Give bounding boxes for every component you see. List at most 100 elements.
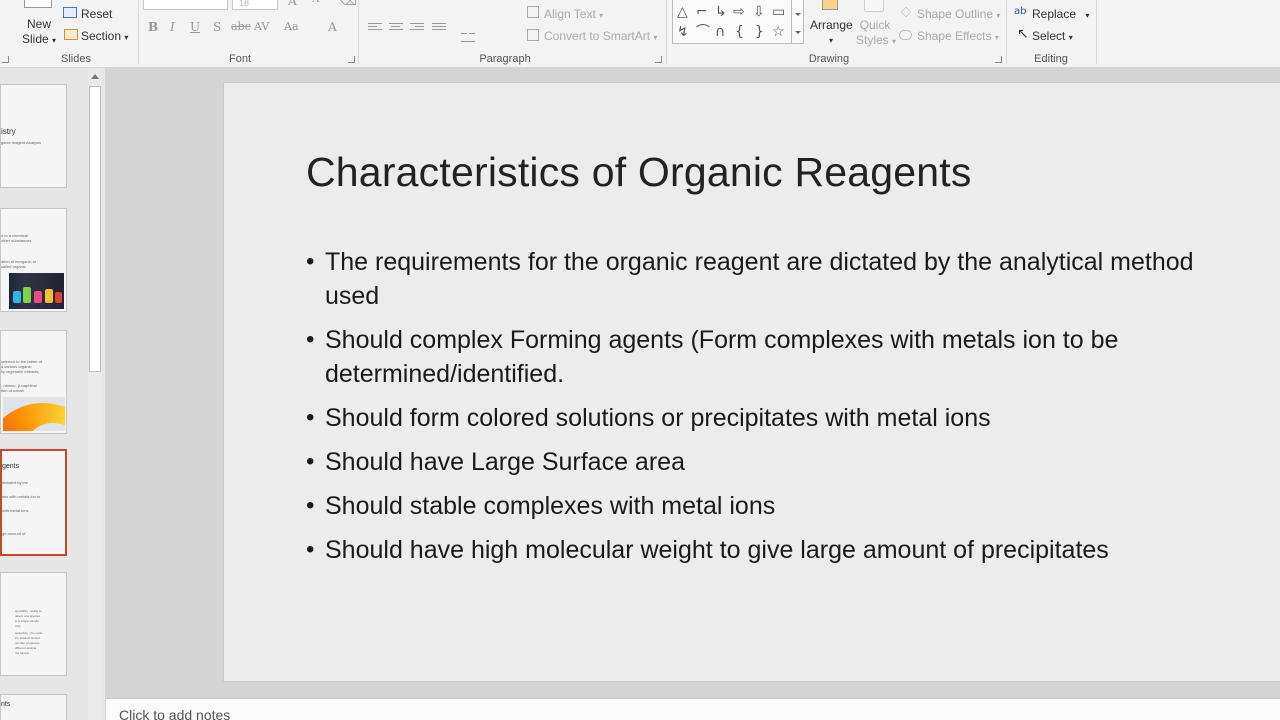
arrange-icon	[822, 0, 838, 10]
char-spacing-button[interactable]: AV	[254, 20, 269, 33]
scroll-up-icon[interactable]	[91, 74, 99, 79]
slide-thumbnail-5[interactable]: specificity : ability to detect one spec…	[0, 572, 67, 676]
slide-thumbnail-pane: istry ganic reagent Analysis d to a chem…	[0, 68, 105, 720]
chevron-down-icon: ▾	[828, 36, 833, 45]
replace-button[interactable]: Replace ▾	[1032, 7, 1089, 21]
curve-icon[interactable]: ⌒	[696, 25, 710, 39]
thumb-text: tion of cobalt	[1, 388, 24, 393]
slide-thumbnail-2[interactable]: d to a chemical other substances. ation …	[0, 208, 67, 312]
ribbon: New Slide ▾ Reset Section ▾ Slides 18 A …	[0, 0, 1280, 68]
thumb-text: ganic reagent Analysis	[1, 140, 42, 145]
drawing-dialog-launcher[interactable]	[995, 56, 1002, 63]
grow-font-icon[interactable]: A	[288, 0, 297, 8]
elbow-arrow-icon[interactable]: ↳	[715, 5, 727, 19]
section-button[interactable]: Section ▾	[81, 29, 128, 43]
cursor-arrow-icon: ↖	[1017, 26, 1029, 42]
separator	[1006, 0, 1007, 64]
notes-pane[interactable]: Click to add notes	[106, 698, 1280, 720]
thumb-text: other substances.	[1, 238, 33, 243]
right-brace-icon[interactable]: }	[755, 25, 764, 39]
reset-button[interactable]: Reset	[81, 7, 112, 21]
pen-icon	[900, 6, 912, 18]
thumb-title: gents	[2, 463, 20, 470]
align-center-icon[interactable]	[389, 23, 403, 34]
slide-thumbnail-6[interactable]: nts	[0, 694, 67, 720]
smartart-icon	[527, 29, 539, 41]
quick-styles-button[interactable]: Quick Styles ▾	[856, 18, 896, 49]
bullet-item[interactable]: The requirements for the organic reagent…	[306, 245, 1206, 313]
clear-format-icon[interactable]: ⌫	[340, 0, 357, 8]
separator	[666, 0, 667, 64]
align-text-button[interactable]: Align Text ▾	[544, 7, 603, 21]
italic-button[interactable]: I	[170, 20, 175, 34]
new-slide-button[interactable]: New Slide ▾	[22, 17, 56, 48]
down-arrow-shape-icon[interactable]: ⇩	[753, 5, 765, 19]
shape-effects-button[interactable]: Shape Effects ▾	[917, 29, 999, 43]
bullet-item[interactable]: Should have Large Surface area	[306, 445, 1206, 479]
paragraph-group-label: Paragraph	[479, 53, 531, 65]
change-case-button[interactable]: Aa	[284, 20, 299, 33]
thumb-title: nts	[1, 701, 11, 708]
elbow-connector-icon[interactable]: ⌐	[696, 5, 708, 19]
font-name-combo[interactable]	[143, 0, 228, 10]
star-shape-icon[interactable]: ☆	[772, 25, 785, 39]
quick-styles-label-1: Quick	[859, 18, 891, 32]
align-left-icon[interactable]	[368, 23, 382, 34]
shape-outline-button[interactable]: Shape Outline ▾	[917, 7, 1000, 21]
arrange-button[interactable]: Arrange ▾	[810, 18, 853, 48]
new-slide-icon[interactable]	[24, 0, 52, 8]
underline-button[interactable]: U	[190, 20, 200, 34]
right-arrow-shape-icon[interactable]: ⇨	[733, 5, 745, 19]
arc-icon[interactable]: ∩	[715, 25, 725, 39]
reset-icon	[63, 7, 77, 18]
convert-smartart-button[interactable]: Convert to SmartArt ▾	[544, 29, 657, 43]
thumb-text: with metal ions	[2, 508, 29, 513]
gallery-scroll[interactable]	[791, 0, 803, 43]
shape-effects-icon	[899, 30, 912, 40]
arrange-label: Arrange	[810, 18, 853, 32]
select-button[interactable]: Select ▾	[1032, 29, 1073, 43]
bullet-item[interactable]: Should have high molecular weight to giv…	[306, 533, 1206, 567]
slide-thumbnail-1[interactable]: istry ganic reagent Analysis	[0, 84, 67, 188]
bold-button[interactable]: B	[148, 20, 158, 34]
thumb-title: istry	[1, 127, 16, 136]
shapes-gallery[interactable]: △ ⌐ ↳ ⇨ ⇩ ▭ ↯ ⌒ ∩ { } ☆	[672, 0, 804, 44]
triangle-shape-icon[interactable]: △	[677, 5, 688, 19]
font-dialog-launcher[interactable]	[348, 56, 355, 63]
color-fan-image	[3, 397, 65, 431]
slides-dialog-launcher[interactable]	[2, 56, 9, 63]
freeform-icon[interactable]: ↯	[677, 25, 689, 39]
font-size-combo[interactable]: 18	[232, 0, 278, 10]
justify-icon[interactable]	[432, 23, 446, 34]
callout-shape-icon[interactable]: ▭	[772, 5, 785, 19]
notes-placeholder[interactable]: Click to add notes	[119, 707, 230, 720]
shrink-font-icon[interactable]: A	[312, 0, 319, 5]
slide-thumbnail-4-selected[interactable]: gents dictated by the xes with metals io…	[0, 449, 67, 556]
align-right-icon[interactable]	[410, 23, 424, 34]
scrollbar-handle[interactable]	[89, 86, 101, 372]
columns-icon[interactable]	[461, 23, 475, 42]
drawing-group-label: Drawing	[808, 53, 850, 65]
bullet-item[interactable]: Should stable complexes with metal ions	[306, 489, 1206, 523]
strikethrough-button[interactable]: abc	[231, 20, 251, 33]
thumb-text: xes with metals ion to	[2, 494, 41, 499]
shadow-button[interactable]: S	[213, 20, 221, 34]
bullet-item[interactable]: Should complex Forming agents (Form comp…	[306, 323, 1206, 391]
lab-beakers-image	[9, 273, 64, 309]
bullet-list[interactable]: The requirements for the organic reagent…	[306, 245, 1206, 577]
separator	[138, 0, 139, 64]
paragraph-dialog-launcher[interactable]	[655, 56, 662, 63]
align-text-icon	[527, 6, 539, 18]
thumbnail-scrollbar[interactable]	[88, 70, 102, 720]
editing-group-label: Editing	[1034, 53, 1068, 65]
slide[interactable]: Characteristics of Organic Reagents The …	[223, 82, 1280, 682]
slide-thumbnail-3[interactable]: referred to the father of d various orga…	[0, 330, 67, 434]
left-brace-icon[interactable]: {	[735, 25, 744, 39]
font-group-label: Font	[228, 53, 251, 65]
font-color-button[interactable]: A	[328, 20, 337, 34]
slide-title[interactable]: Characteristics of Organic Reagents	[306, 149, 972, 196]
bullet-item[interactable]: Should form colored solutions or precipi…	[306, 401, 1206, 435]
quick-styles-icon	[864, 0, 884, 12]
thumb-text: the sample	[15, 651, 30, 655]
slides-group-label: Slides	[61, 53, 91, 65]
